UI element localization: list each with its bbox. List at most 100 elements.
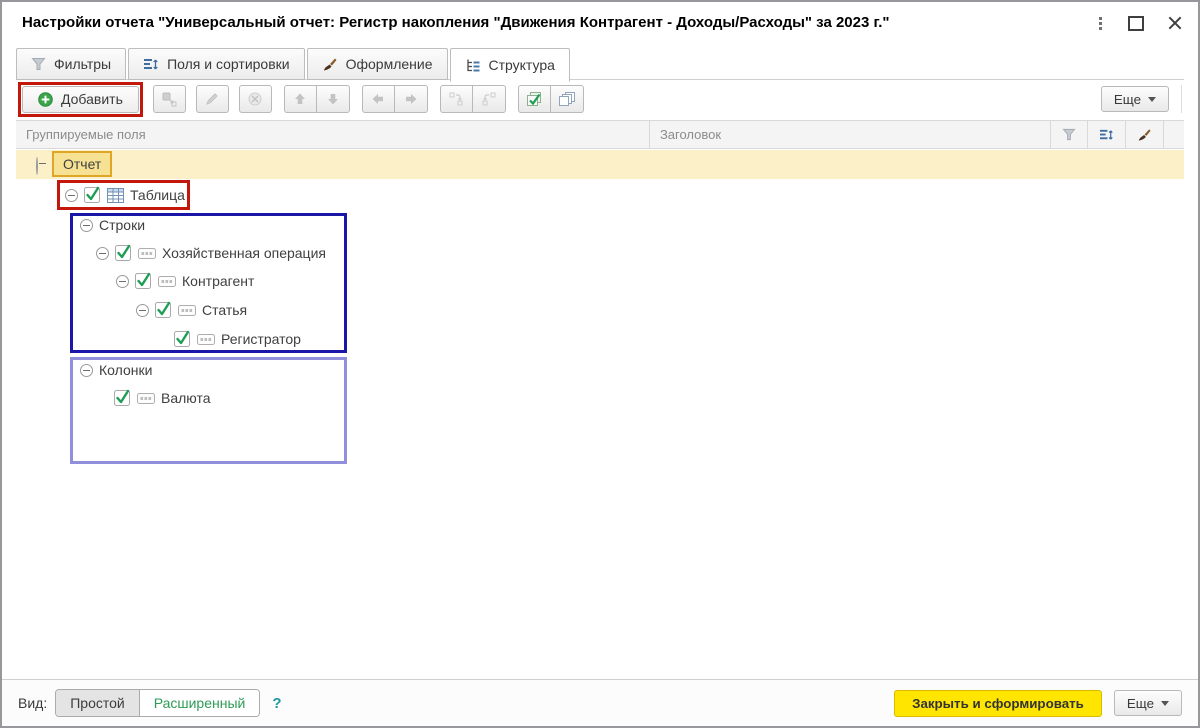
uncheck-all-button[interactable] xyxy=(550,85,584,113)
tree-label-table[interactable]: Таблица xyxy=(130,187,185,203)
tree-label-rows[interactable]: Строки xyxy=(99,217,145,233)
check-all-button[interactable] xyxy=(517,85,551,113)
brush-icon xyxy=(322,57,338,72)
group-structure-group xyxy=(439,85,506,113)
structure-icon xyxy=(465,58,481,73)
checkbox-registrar[interactable] xyxy=(174,330,191,348)
edit-button[interactable] xyxy=(195,85,229,113)
move-right-button[interactable] xyxy=(394,85,428,113)
tree-row-counterparty[interactable]: Контрагент xyxy=(116,270,254,292)
report-settings-window: Настройки отчета "Универсальный отчет: Р… xyxy=(0,0,1200,728)
header-appearance-cell[interactable] xyxy=(1126,121,1165,148)
close-and-generate-button[interactable]: Закрыть и сформировать xyxy=(894,689,1102,717)
sort-icon xyxy=(143,57,159,72)
brush-icon xyxy=(1137,128,1152,142)
field-icon xyxy=(178,304,196,316)
move-left-button[interactable] xyxy=(361,85,395,113)
move-up-icon xyxy=(292,91,308,107)
tree-row-registrar[interactable]: Регистратор xyxy=(174,328,301,350)
tree-row-rows[interactable]: Строки xyxy=(80,214,145,236)
toolbar-separator xyxy=(1181,85,1182,113)
check-group xyxy=(517,85,584,113)
view-mode-simple-button[interactable]: Простой xyxy=(56,690,140,716)
move-into-group-button[interactable] xyxy=(439,85,473,113)
add-icon xyxy=(38,91,53,107)
header-sort-cell[interactable] xyxy=(1088,121,1127,148)
disable-icon xyxy=(247,91,263,107)
tree-label-report: Отчет xyxy=(63,156,102,172)
column-header-title[interactable]: Заголовок xyxy=(650,121,1051,148)
collapse-icon[interactable] xyxy=(65,188,78,202)
checkbox-business-operation[interactable] xyxy=(115,244,132,262)
toolbar-more-label: Еще xyxy=(1113,91,1141,107)
annotation-report-label[interactable]: Отчет xyxy=(52,151,113,177)
annotation-add-button: Добавить xyxy=(18,81,143,117)
move-to-group-icon xyxy=(161,91,177,107)
structure-tree: Отчет Таблица Строки Хозяйственная опера… xyxy=(16,150,1184,679)
move-down-icon xyxy=(325,91,341,107)
view-mode-extended-button[interactable]: Расширенный xyxy=(139,690,260,716)
tree-label-registrar[interactable]: Регистратор xyxy=(221,331,301,347)
footer-more-label: Еще xyxy=(1126,695,1154,711)
disable-button[interactable] xyxy=(238,85,272,113)
move-down-button[interactable] xyxy=(316,85,350,113)
tab-label: Структура xyxy=(488,57,555,73)
checkbox-currency[interactable] xyxy=(114,389,131,407)
add-button[interactable]: Добавить xyxy=(22,85,139,113)
tab-fields-sorting[interactable]: Поля и сортировки xyxy=(128,48,305,80)
window-menu-icon[interactable] xyxy=(1097,15,1104,32)
funnel-icon xyxy=(31,57,46,71)
tab-label: Поля и сортировки xyxy=(167,56,290,72)
header-filter-cell[interactable] xyxy=(1051,121,1089,148)
add-button-label: Добавить xyxy=(61,91,123,107)
tree-label-columns[interactable]: Колонки xyxy=(99,362,152,378)
edit-icon xyxy=(204,91,220,107)
tabstrip: Фильтры Поля и сортировки Оформление Стр… xyxy=(16,48,572,82)
window-title: Настройки отчета "Универсальный отчет: Р… xyxy=(22,14,890,31)
checkbox-table[interactable] xyxy=(84,186,101,204)
move-horizontal-group xyxy=(361,85,428,113)
tree-row-columns[interactable]: Колонки xyxy=(80,359,152,381)
table-icon xyxy=(107,187,124,203)
move-into-group-icon xyxy=(448,91,465,107)
caret-down-icon xyxy=(1161,700,1169,706)
collapse-icon[interactable] xyxy=(96,246,109,260)
collapse-icon[interactable] xyxy=(36,157,38,175)
move-up-button[interactable] xyxy=(283,85,317,113)
tree-label-business-operation[interactable]: Хозяйственная операция xyxy=(162,245,326,261)
collapse-icon[interactable] xyxy=(116,274,129,288)
tree-row-article[interactable]: Статья xyxy=(136,299,247,321)
tab-label: Оформление xyxy=(345,56,433,72)
collapse-icon[interactable] xyxy=(80,363,93,377)
tree-label-counterparty[interactable]: Контрагент xyxy=(182,273,254,289)
check-all-icon xyxy=(525,91,543,107)
window-maximize-icon[interactable] xyxy=(1128,15,1144,31)
help-link[interactable]: ? xyxy=(272,695,281,712)
field-icon xyxy=(137,392,155,404)
move-right-icon xyxy=(403,91,419,107)
tab-appearance[interactable]: Оформление xyxy=(306,48,448,80)
window-close-icon[interactable] xyxy=(1168,16,1182,30)
column-header-grouping-fields[interactable]: Группируемые поля xyxy=(16,121,650,148)
collapse-icon[interactable] xyxy=(136,303,149,317)
tab-structure[interactable]: Структура xyxy=(449,48,570,82)
tree-label-article[interactable]: Статья xyxy=(202,302,247,318)
toolbar-more-button[interactable]: Еще xyxy=(1100,86,1169,112)
column-header-label: Заголовок xyxy=(659,127,722,142)
tab-filters[interactable]: Фильтры xyxy=(16,48,127,80)
move-out-of-group-button[interactable] xyxy=(472,85,506,113)
tree-label-currency[interactable]: Валюта xyxy=(161,390,211,406)
tab-label: Фильтры xyxy=(54,56,112,72)
collapse-icon[interactable] xyxy=(80,218,93,232)
checkbox-article[interactable] xyxy=(155,301,172,319)
view-mode-label: Вид: xyxy=(18,695,48,711)
field-icon xyxy=(138,247,156,259)
tree-row-business-operation[interactable]: Хозяйственная операция xyxy=(96,242,326,264)
checkbox-counterparty[interactable] xyxy=(135,272,152,290)
titlebar: Настройки отчета "Универсальный отчет: Р… xyxy=(2,2,1198,44)
funnel-icon xyxy=(1062,128,1076,141)
tree-row-currency[interactable]: Валюта xyxy=(114,387,211,409)
footer-more-button[interactable]: Еще xyxy=(1113,690,1182,716)
move-to-group-button[interactable] xyxy=(152,85,186,113)
tree-row-report[interactable]: Отчет xyxy=(16,150,1184,179)
